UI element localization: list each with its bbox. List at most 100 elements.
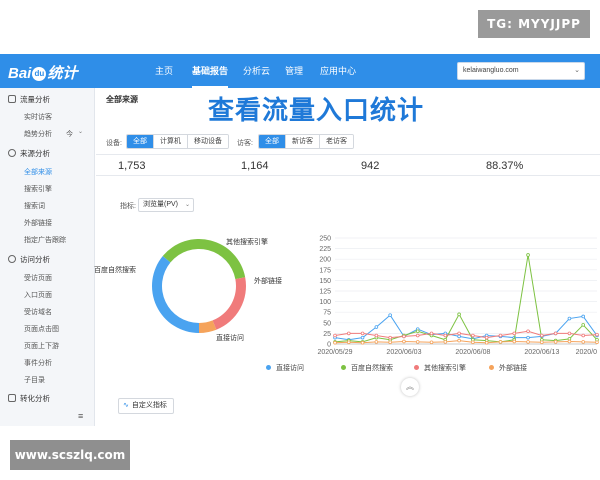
data-point[interactable]: [526, 340, 530, 344]
legend-other-search[interactable]: 其他搜索引擎: [414, 363, 466, 373]
sidebar-item-search-terms[interactable]: 搜索词: [24, 201, 45, 211]
data-point[interactable]: [360, 335, 365, 340]
data-point[interactable]: [360, 340, 365, 345]
nav-app-center[interactable]: 应用中心: [320, 54, 356, 88]
data-point[interactable]: [553, 331, 558, 336]
visitor-option-all[interactable]: 全部: [259, 135, 286, 148]
sidebar-item-search-engines[interactable]: 搜索引擎: [24, 184, 52, 194]
sidebar-group-traffic[interactable]: 流量分析: [8, 94, 50, 105]
baidu-tongji-logo[interactable]: Bai du 统计: [8, 62, 77, 83]
data-point[interactable]: [540, 333, 544, 338]
data-point[interactable]: [581, 340, 586, 344]
sidebar-item-click-map[interactable]: 页面点击图: [24, 324, 59, 334]
sidebar-item-entry-pages[interactable]: 入口页面: [24, 290, 52, 300]
sidebar-group-conversion[interactable]: 转化分析: [8, 393, 50, 404]
data-point[interactable]: [402, 339, 406, 344]
y-tick-label: 150: [319, 278, 331, 285]
visitor-option-returning[interactable]: 老访客: [320, 135, 353, 148]
sidebar-item-events[interactable]: 事件分析: [24, 358, 52, 368]
data-point[interactable]: [512, 339, 517, 344]
data-point[interactable]: [471, 340, 475, 345]
kpi-value-bounce: 88.37%: [486, 160, 524, 172]
data-point[interactable]: [567, 339, 572, 344]
data-point[interactable]: [498, 333, 503, 338]
data-point[interactable]: [388, 340, 392, 345]
sidebar-item-trend[interactable]: 趋势分析: [24, 129, 52, 139]
sidebar-item-external-links[interactable]: 外部链接: [24, 218, 52, 228]
data-point[interactable]: [457, 331, 461, 336]
data-point[interactable]: [360, 331, 365, 336]
sidebar-item-visited-domains[interactable]: 受访域名: [24, 307, 52, 317]
sidebar-group-visit[interactable]: 访问分析: [8, 254, 50, 265]
scroll-top-icon[interactable]: ︽: [401, 378, 419, 396]
data-point[interactable]: [415, 333, 420, 338]
data-point[interactable]: [581, 323, 586, 327]
pie-slice-direct[interactable]: [152, 256, 199, 333]
data-point[interactable]: [374, 333, 379, 338]
collapse-sidebar-icon[interactable]: ≡: [78, 411, 83, 421]
data-point[interactable]: [526, 335, 530, 340]
data-point[interactable]: [388, 313, 392, 317]
legend-external[interactable]: 外部链接: [489, 363, 527, 373]
data-point[interactable]: [429, 331, 434, 336]
domain-select[interactable]: kelaiwangluo.com ⌄: [457, 62, 585, 80]
data-point[interactable]: [526, 253, 530, 257]
y-tick-label: 175: [319, 267, 331, 274]
data-point[interactable]: [415, 340, 420, 344]
visitor-option-new[interactable]: 新访客: [286, 135, 320, 148]
source-icon: [8, 149, 16, 157]
legend-dot: [341, 365, 346, 370]
legend-direct[interactable]: 直接访问: [266, 363, 304, 373]
data-point[interactable]: [553, 340, 558, 344]
data-point[interactable]: [484, 335, 489, 340]
data-point[interactable]: [526, 329, 530, 334]
data-point[interactable]: [567, 316, 572, 321]
data-point[interactable]: [498, 340, 503, 344]
data-point[interactable]: [581, 314, 586, 319]
metric-select[interactable]: 浏览量(PV) ⌄: [138, 198, 194, 212]
data-point[interactable]: [471, 333, 475, 338]
data-point[interactable]: [333, 340, 337, 345]
sidebar-item-realtime[interactable]: 实时访客: [24, 112, 52, 122]
nav-analysis-cloud[interactable]: 分析云: [243, 54, 270, 88]
data-point[interactable]: [429, 340, 434, 345]
data-point[interactable]: [484, 340, 489, 345]
data-point[interactable]: [346, 340, 351, 345]
nav-basic-report[interactable]: 基础报告: [192, 54, 229, 88]
data-point[interactable]: [333, 333, 337, 338]
device-option-mobile[interactable]: 移动设备: [188, 135, 228, 148]
data-point[interactable]: [567, 331, 572, 336]
data-point[interactable]: [595, 340, 599, 345]
sidebar-item-ad-tracking[interactable]: 指定广告跟踪: [24, 235, 66, 245]
domain-select-value: kelaiwangluo.com: [463, 67, 519, 74]
data-point[interactable]: [346, 331, 351, 336]
nav-manage[interactable]: 管理: [285, 54, 303, 88]
data-point[interactable]: [540, 340, 544, 345]
data-point[interactable]: [374, 340, 379, 344]
data-point[interactable]: [402, 334, 406, 339]
data-point[interactable]: [443, 333, 448, 338]
kpi-row: 1,753 1,164 942 88.37%: [96, 154, 600, 176]
legend-baidu[interactable]: 百度自然搜索: [341, 363, 393, 373]
sidebar-group-source[interactable]: 来源分析: [8, 148, 50, 159]
sidebar-item-all-sources[interactable]: 全部来源: [24, 167, 52, 177]
data-point[interactable]: [457, 338, 461, 343]
device-option-all[interactable]: 全部: [127, 135, 154, 148]
sidebar-item-visited-pages[interactable]: 受访页面: [24, 273, 52, 283]
pie-slice-other-search[interactable]: [212, 277, 246, 330]
data-point[interactable]: [443, 340, 448, 344]
data-point[interactable]: [388, 335, 392, 340]
data-point[interactable]: [374, 325, 379, 329]
data-point[interactable]: [415, 329, 420, 334]
data-point[interactable]: [595, 332, 599, 337]
sidebar-item-page-flow[interactable]: 页面上下游: [24, 341, 59, 351]
device-option-computer[interactable]: 计算机: [154, 135, 188, 148]
data-point[interactable]: [581, 333, 586, 338]
data-point[interactable]: [512, 331, 517, 336]
nav-home[interactable]: 主页: [155, 54, 173, 88]
custom-metrics-button[interactable]: ∿ 自定义指标: [118, 398, 174, 414]
data-point[interactable]: [457, 312, 461, 317]
data-point[interactable]: [457, 334, 461, 339]
line-chart-svg: 0 25 50 75 100 125 150 175 200 225 250 2020/05/29 20…: [317, 236, 599, 356]
sidebar-item-subdirectory[interactable]: 子目录: [24, 375, 45, 385]
